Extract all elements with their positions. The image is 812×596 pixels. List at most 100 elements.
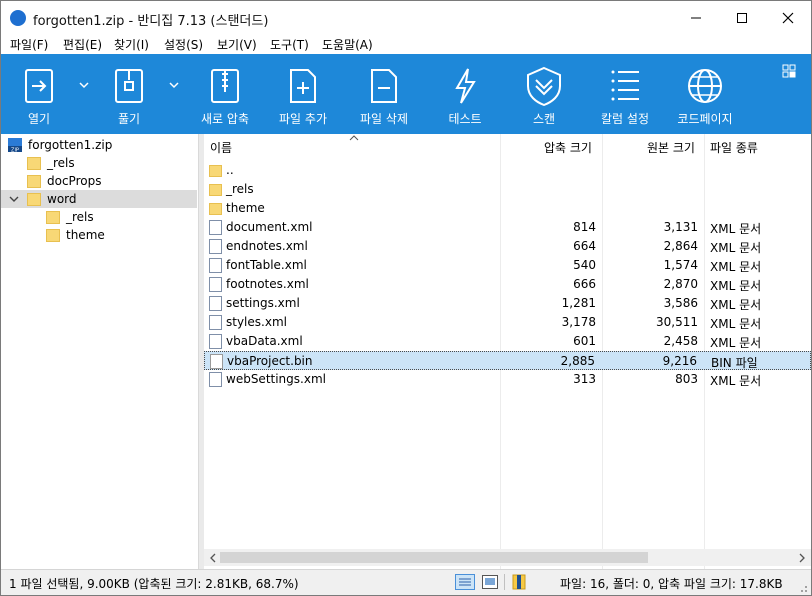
zip-file-icon: ZIP [8, 138, 22, 153]
scrollbar-thumb[interactable] [220, 552, 648, 563]
menu-help[interactable]: 도움말(A) [322, 36, 373, 53]
archive-info-icon[interactable] [512, 574, 526, 590]
delete-file-icon [371, 69, 397, 103]
file-original-size: 2,864 [663, 239, 698, 253]
file-list: 이름 압축 크기 원본 크기 파일 종류 .. _rels theme docu… [204, 134, 811, 569]
column-header-compressed[interactable]: 압축 크기 [544, 139, 592, 156]
extract-button[interactable]: 풀기 [97, 54, 161, 134]
status-bar: 1 파일 선택됨, 9.00KB (압축된 크기: 2.81KB, 68.7%)… [1, 569, 811, 595]
delete-file-button[interactable]: 파일 삭제 [352, 54, 416, 134]
extract-icon [115, 69, 143, 103]
file-row-selected[interactable]: vbaProject.bin 2,885 9,216 BIN 파일 [204, 351, 811, 370]
file-row[interactable]: fontTable.xml 540 1,574 XML 문서 [204, 256, 811, 275]
columns-button[interactable]: 칼럼 설정 [593, 54, 657, 134]
file-compressed-size: 601 [573, 334, 596, 348]
folder-icon [27, 192, 41, 206]
globe-icon [688, 69, 722, 103]
folder-icon [46, 210, 60, 224]
scan-label: 스캔 [532, 112, 556, 126]
xml-file-icon [209, 315, 222, 330]
extract-dropdown[interactable] [163, 54, 185, 134]
bandizip-logo-icon [10, 10, 26, 26]
minimize-button[interactable] [673, 1, 719, 35]
close-button[interactable] [765, 1, 811, 35]
bin-file-icon [210, 354, 223, 369]
file-original-size: 30,511 [656, 315, 698, 329]
file-row[interactable]: vbaData.xml 601 2,458 XML 문서 [204, 332, 811, 351]
file-original-size: 3,131 [663, 220, 698, 234]
details-view-icon[interactable] [455, 574, 475, 590]
columns-label: 칼럼 설정 [601, 112, 649, 126]
test-button[interactable]: 테스트 [433, 54, 497, 134]
file-type: XML 문서 [710, 260, 762, 274]
open-button[interactable]: 열기 [7, 54, 71, 134]
tree-item-theme[interactable]: theme [46, 226, 196, 244]
file-row[interactable]: webSettings.xml 313 803 XML 문서 [204, 370, 811, 389]
menu-find[interactable]: 찾기(I) [114, 36, 149, 53]
tree-item-archive[interactable]: ZIP forgotten1.zip [7, 136, 197, 154]
scan-button[interactable]: 스캔 [512, 54, 576, 134]
chevron-down-icon [169, 82, 179, 89]
new-archive-button[interactable]: 새로 압축 [193, 54, 257, 134]
maximize-button[interactable] [719, 1, 765, 35]
file-row-parent[interactable]: .. [204, 161, 811, 180]
codepage-label: 코드페이지 [677, 112, 733, 126]
tree-item-label: forgotten1.zip [28, 138, 113, 152]
window-title: forgotten1.zip - 반디집 7.13 (스탠더드) [33, 14, 269, 29]
tree-item-label: theme [66, 228, 105, 242]
file-name: fontTable.xml [226, 258, 307, 272]
file-compressed-size: 2,885 [560, 354, 595, 368]
menu-settings[interactable]: 설정(S) [164, 36, 203, 53]
file-name: endnotes.xml [226, 239, 308, 253]
column-header-original[interactable]: 원본 크기 [647, 139, 695, 156]
file-list-header: 이름 압축 크기 원본 크기 파일 종류 [204, 134, 811, 158]
delete-file-label: 파일 삭제 [360, 112, 408, 126]
open-dropdown[interactable] [73, 54, 95, 134]
file-compressed-size: 666 [573, 277, 596, 291]
tree-item-word[interactable]: word [1, 190, 197, 208]
file-name: document.xml [226, 220, 313, 234]
menu-view[interactable]: 보기(V) [217, 36, 257, 53]
file-compressed-size: 3,178 [561, 315, 596, 329]
file-row[interactable]: document.xml 814 3,131 XML 문서 [204, 218, 811, 237]
file-type: XML 문서 [710, 241, 762, 255]
tree-item-word-rels[interactable]: _rels [46, 208, 196, 226]
add-file-label: 파일 추가 [279, 112, 327, 126]
menu-tools[interactable]: 도구(T) [270, 36, 309, 53]
file-row[interactable]: styles.xml 3,178 30,511 XML 문서 [204, 313, 811, 332]
column-header-type[interactable]: 파일 종류 [710, 139, 758, 156]
folder-icon [27, 174, 41, 188]
open-icon [25, 69, 53, 103]
preview-view-icon[interactable] [482, 575, 498, 589]
new-archive-icon [211, 69, 239, 103]
folder-tree: ZIP forgotten1.zip _rels docProps word _… [1, 134, 199, 569]
add-file-icon [290, 69, 316, 103]
tree-item-rels[interactable]: _rels [27, 154, 197, 172]
chevron-right-icon[interactable] [797, 553, 807, 563]
add-file-button[interactable]: 파일 추가 [271, 54, 335, 134]
xml-file-icon [209, 239, 222, 254]
layout-menu-button[interactable] [777, 54, 801, 134]
chevron-down-icon[interactable] [7, 192, 21, 206]
resize-grip-icon[interactable] [798, 583, 808, 593]
file-row[interactable]: _rels [204, 180, 811, 199]
menu-edit[interactable]: 편집(E) [63, 36, 102, 53]
file-type: BIN 파일 [711, 356, 758, 370]
file-original-size: 3,586 [663, 296, 698, 310]
menu-bar: 파일(F) 편집(E) 찾기(I) 설정(S) 보기(V) 도구(T) 도움말(… [1, 34, 811, 54]
file-row[interactable]: footnotes.xml 666 2,870 XML 문서 [204, 275, 811, 294]
selection-status: 1 파일 선택됨, 9.00KB (압축된 크기: 2.81KB, 68.7%) [9, 577, 299, 591]
tree-item-docprops[interactable]: docProps [27, 172, 197, 190]
file-row[interactable]: settings.xml 1,281 3,586 XML 문서 [204, 294, 811, 313]
file-row[interactable]: theme [204, 199, 811, 218]
menu-file[interactable]: 파일(F) [10, 36, 48, 53]
file-type: XML 문서 [710, 222, 762, 236]
codepage-button[interactable]: 코드페이지 [673, 54, 737, 134]
horizontal-scrollbar[interactable] [204, 549, 811, 566]
file-row[interactable]: endnotes.xml 664 2,864 XML 문서 [204, 237, 811, 256]
chevron-left-icon[interactable] [208, 553, 218, 563]
file-type: XML 문서 [710, 279, 762, 293]
xml-file-icon [209, 258, 222, 273]
file-original-size: 803 [675, 372, 698, 386]
column-header-name[interactable]: 이름 [210, 139, 232, 156]
